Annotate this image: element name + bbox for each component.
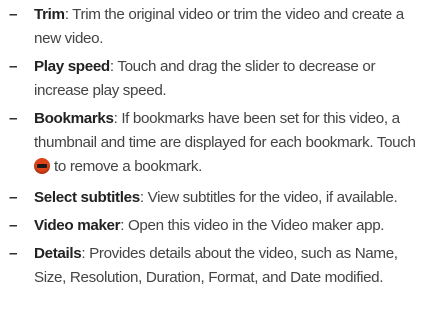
description-select-subtitles: : View subtitles for the video, if avail… bbox=[139, 189, 398, 206]
description-bookmarks-end: to remove a bookmark. bbox=[54, 158, 202, 175]
list-item-details: – Details: Provides details about the vi… bbox=[9, 242, 419, 290]
list-item-bookmarks: – Bookmarks: If bookmarks have been set … bbox=[9, 107, 419, 179]
term-select-subtitles: Select subtitles bbox=[34, 189, 140, 206]
list-item-select-subtitles: – Select subtitles: View subtitles for t… bbox=[9, 186, 419, 210]
term-trim: Trim bbox=[34, 6, 65, 23]
description-trim: : Trim the original video or trim the vi… bbox=[34, 6, 404, 47]
list-dash: – bbox=[9, 6, 18, 23]
list-item-video-maker: – Video maker: Open this video in the Vi… bbox=[9, 214, 419, 238]
remove-bookmark-icon bbox=[34, 158, 50, 174]
list-item-play-speed: – Play speed: Touch and drag the slider … bbox=[9, 55, 419, 103]
list-dash: – bbox=[9, 245, 18, 262]
list-dash: – bbox=[9, 217, 18, 234]
description-details: : Provides details about the video, such… bbox=[34, 245, 398, 286]
term-video-maker: Video maker bbox=[34, 217, 121, 234]
list-dash: – bbox=[9, 189, 18, 206]
list-dash: – bbox=[9, 110, 18, 127]
description-video-maker: : Open this video in the Video maker app… bbox=[120, 217, 385, 234]
term-details: Details bbox=[34, 245, 82, 262]
options-list: – Trim: Trim the original video or trim … bbox=[0, 0, 423, 330]
term-play-speed: Play speed bbox=[34, 58, 110, 75]
list-item-trim: – Trim: Trim the original video or trim … bbox=[9, 3, 419, 51]
term-bookmarks: Bookmarks bbox=[34, 110, 114, 127]
list-dash: – bbox=[9, 58, 18, 75]
